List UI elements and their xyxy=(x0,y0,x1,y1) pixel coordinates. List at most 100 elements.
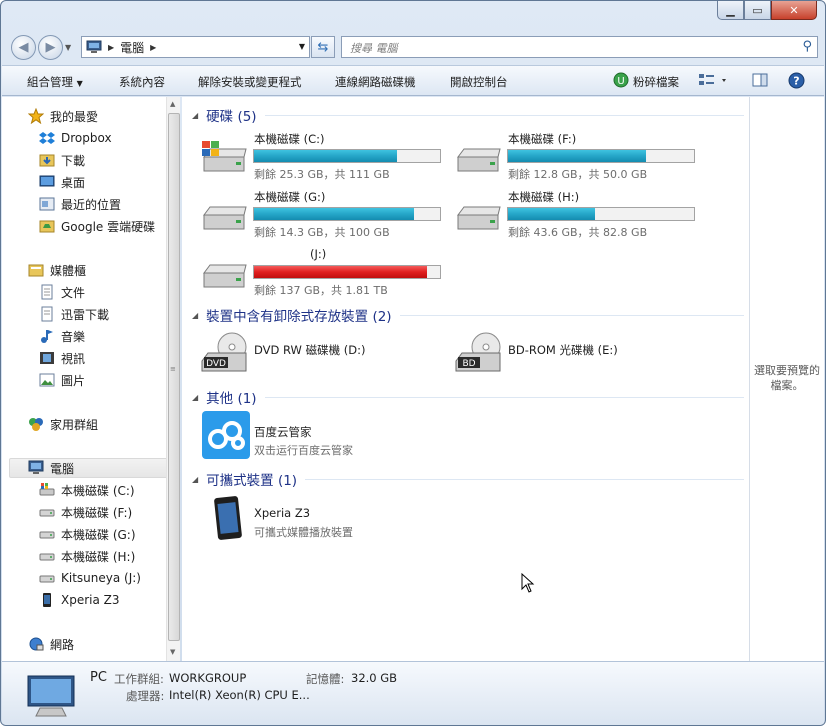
back-button[interactable]: ◀ xyxy=(11,35,36,60)
drive-item-f[interactable]: 本機磁碟 (F:) 剩餘 12.8 GB，共 50.0 GB xyxy=(454,131,704,187)
breadcrumb-arrow-icon[interactable]: ▶ xyxy=(150,43,156,52)
view-options-icon[interactable] xyxy=(698,72,728,91)
system-drive-icon xyxy=(202,141,247,172)
device-name: DVD RW 磁碟機 (D:) xyxy=(254,343,366,357)
group-header-other[interactable]: ◢ 其他 (1) xyxy=(192,387,744,407)
group-header-removable[interactable]: ◢ 裝置中含有卸除式存放裝置 (2) xyxy=(192,305,744,325)
free-space-text: 剩餘 43.6 GB，共 82.8 GB xyxy=(508,226,648,239)
processor-value: Intel(R) Xeon(R) CPU E... xyxy=(169,688,310,702)
drive-item-j[interactable]: (J:) 剩餘 137 GB，共 1.81 TB xyxy=(200,247,450,303)
collapse-triangle-icon[interactable]: ◢ xyxy=(192,475,198,484)
recent-places-icon xyxy=(39,197,55,211)
maximize-button[interactable]: ▭ xyxy=(744,1,771,20)
search-icon[interactable]: ⚲ xyxy=(802,39,812,54)
address-dropdown-icon[interactable]: ▼ xyxy=(299,42,305,51)
device-name: Xperia Z3 xyxy=(254,506,311,520)
search-placeholder: 搜尋 電腦 xyxy=(350,42,398,55)
drive-item-c[interactable]: 本機磁碟 (C:) 剩餘 25.3 GB，共 111 GB xyxy=(200,131,450,187)
search-input[interactable]: 搜尋 電腦 ⚲ xyxy=(341,36,818,58)
nav-music[interactable]: 音樂 xyxy=(39,326,85,346)
nav-videos[interactable]: 視訊 xyxy=(39,348,85,368)
map-network-drive-button[interactable]: 連線網路磁碟機 xyxy=(335,74,416,90)
nav-recent-places[interactable]: 最近的位置 xyxy=(39,194,121,214)
nav-dropbox[interactable]: Dropbox xyxy=(39,128,112,148)
dropbox-icon xyxy=(39,132,55,144)
nav-favorites[interactable]: 我的最愛 xyxy=(28,106,98,126)
workgroup-value: WORKGROUP xyxy=(169,671,247,685)
control-panel-button[interactable]: 開啟控制台 xyxy=(450,74,508,90)
navigation-pane: 我的最愛 Dropbox 下載 桌面 最近的位置 Google 雲端硬碟 媒體櫃 xyxy=(2,97,180,661)
libraries-icon xyxy=(28,264,44,277)
collapse-triangle-icon[interactable]: ◢ xyxy=(192,311,198,320)
nav-drive-g[interactable]: 本機磁碟 (G:) xyxy=(39,524,136,544)
minimize-button[interactable]: ▁ xyxy=(717,1,744,20)
breadcrumb-computer[interactable]: 電腦 xyxy=(120,39,144,56)
device-type: 可攜式媒體播放裝置 xyxy=(254,526,353,539)
breadcrumb-arrow-icon[interactable]: ▶ xyxy=(108,43,114,52)
nav-xperia[interactable]: Xperia Z3 xyxy=(39,590,120,610)
device-name: BD-ROM 光碟機 (E:) xyxy=(508,343,618,357)
collapse-triangle-icon[interactable]: ◢ xyxy=(192,393,198,402)
shred-files-button[interactable]: 粉碎檔案 xyxy=(633,74,679,90)
recent-pages-dropdown-icon[interactable]: ▼ xyxy=(65,43,71,52)
group-header-portable[interactable]: ◢ 可攜式裝置 (1) xyxy=(192,469,744,489)
workgroup-label: 工作群組: xyxy=(114,672,164,686)
drive-item-h[interactable]: 本機磁碟 (H:) 剩餘 43.6 GB，共 82.8 GB xyxy=(454,189,704,245)
free-space-text: 剩餘 12.8 GB，共 50.0 GB xyxy=(508,168,648,181)
nav-drive-f[interactable]: 本機磁碟 (F:) xyxy=(39,502,132,522)
bluray-drive-icon: BD xyxy=(455,332,501,372)
hard-drive-icon xyxy=(457,206,501,230)
nav-pictures[interactable]: 圖片 xyxy=(39,370,85,390)
computer-name: PC xyxy=(90,670,107,685)
bd-drive-item[interactable]: BD BD-ROM 光碟機 (E:) xyxy=(454,329,694,379)
star-icon xyxy=(28,108,44,124)
scroll-up-arrow-icon[interactable]: ▲ xyxy=(170,100,175,108)
hard-drive-icon xyxy=(39,553,55,561)
group-header-hard-disks[interactable]: ◢ 硬碟 (5) xyxy=(192,105,744,125)
nav-google-drive[interactable]: Google 雲端硬碟 xyxy=(39,216,155,236)
refresh-button[interactable]: ⇆ xyxy=(311,36,335,58)
scrollbar-thumb[interactable] xyxy=(168,113,180,641)
drive-item-g[interactable]: 本機磁碟 (G:) 剩餘 14.3 GB，共 100 GB xyxy=(200,189,450,245)
baidu-cloud-item[interactable]: 百度云管家 双击运行百度云管家 xyxy=(200,411,440,461)
organize-button[interactable]: 組合管理 ▼ xyxy=(27,74,83,90)
preview-pane-icon[interactable] xyxy=(752,72,768,91)
drive-name: 本機磁碟 (H:) xyxy=(508,190,580,204)
shred-icon: U xyxy=(613,72,629,91)
scroll-down-arrow-icon[interactable]: ▼ xyxy=(170,648,175,656)
computer-icon xyxy=(28,460,44,474)
film-icon xyxy=(40,352,54,364)
nav-libraries[interactable]: 媒體櫃 xyxy=(28,260,86,280)
scrollbar-grip-icon: ≡ xyxy=(170,365,176,373)
nav-network[interactable]: 網路 xyxy=(28,634,74,654)
help-icon[interactable]: ? xyxy=(788,72,805,92)
nav-homegroup[interactable]: 家用群組 xyxy=(28,414,98,434)
nav-desktop[interactable]: 桌面 xyxy=(39,172,85,192)
documents-icon xyxy=(41,284,53,300)
documents-icon xyxy=(41,306,53,322)
system-properties-button[interactable]: 系統內容 xyxy=(119,74,165,90)
svg-text:?: ? xyxy=(793,75,799,88)
collapse-triangle-icon[interactable]: ◢ xyxy=(192,111,198,120)
nav-thunder-downloads[interactable]: 迅雷下載 xyxy=(39,304,109,324)
dvd-drive-item[interactable]: DVD DVD RW 磁碟機 (D:) xyxy=(200,329,440,379)
nav-computer[interactable]: 電腦 xyxy=(9,458,169,478)
dvd-drive-icon: DVD xyxy=(201,332,247,372)
nav-downloads[interactable]: 下載 xyxy=(39,150,85,170)
drive-name: 本機磁碟 (F:) xyxy=(508,132,577,146)
close-button[interactable]: ✕ xyxy=(771,1,817,20)
uninstall-button[interactable]: 解除安裝或變更程式 xyxy=(198,74,302,90)
xperia-device-item[interactable]: Xperia Z3 可攜式媒體播放裝置 xyxy=(200,493,440,543)
nav-drive-j[interactable]: Kitsuneya (J:) xyxy=(39,568,141,588)
nav-drive-c[interactable]: 本機磁碟 (C:) xyxy=(39,480,135,500)
nav-drive-h[interactable]: 本機磁碟 (H:) xyxy=(39,546,135,566)
nav-documents[interactable]: 文件 xyxy=(39,282,85,302)
address-bar[interactable]: ▶ 電腦 ▶ ▼ xyxy=(81,36,310,58)
memory-value: 32.0 GB xyxy=(351,671,398,685)
downloads-folder-icon xyxy=(39,154,55,167)
hard-drive-icon xyxy=(39,575,55,583)
forward-button[interactable]: ▶ xyxy=(38,35,63,60)
dvd-badge: DVD xyxy=(206,359,226,369)
navigation-scrollbar[interactable]: ▲ ≡ ▼ xyxy=(166,97,180,661)
phone-icon xyxy=(214,496,242,540)
